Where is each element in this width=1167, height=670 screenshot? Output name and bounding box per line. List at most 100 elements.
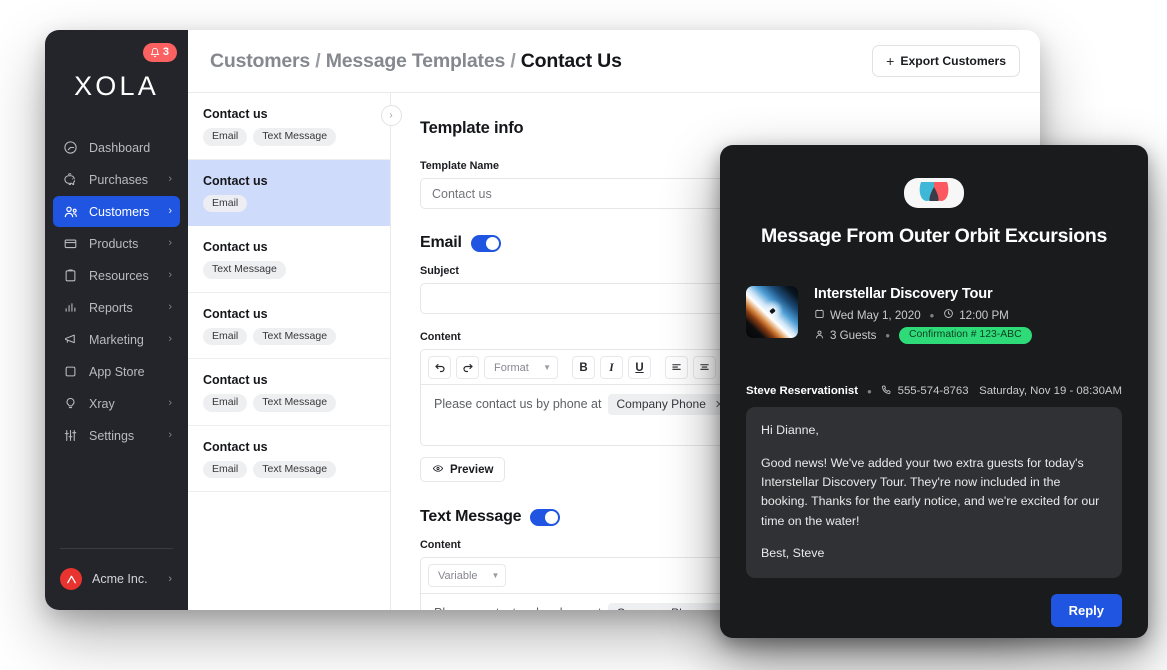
template-tags: Email Text Message	[203, 327, 375, 345]
sender-name: Steve Reservationist	[746, 385, 859, 398]
brand-logo: XOLA	[74, 71, 159, 101]
tag: Text Message	[203, 261, 286, 279]
sidebar-item-label: Settings	[89, 428, 135, 443]
tag: Text Message	[253, 327, 337, 345]
bar-chart-icon	[62, 299, 79, 316]
preview-label: Preview	[450, 463, 494, 476]
dashboard-icon	[62, 139, 79, 156]
sidebar-item-label: App Store	[89, 364, 145, 379]
list-item[interactable]: Contact us Email Text Message	[188, 293, 390, 359]
topbar: Customers / Message Templates / Contact …	[188, 30, 1040, 93]
preview-button[interactable]: Preview	[420, 457, 506, 482]
sidebar-item-reports[interactable]: Reports ›	[53, 292, 180, 323]
square-icon	[62, 363, 79, 380]
toolbar-gap	[656, 356, 660, 379]
template-list: Contact us Email Text Message Contact us…	[188, 93, 391, 610]
list-item[interactable]: Contact us Email Text Message	[188, 426, 390, 492]
bell-icon	[150, 47, 160, 58]
message-heading: Message From Outer Orbit Excursions	[760, 225, 1107, 247]
tag: Email	[203, 394, 248, 412]
tour-name: Interstellar Discovery Tour	[814, 286, 993, 302]
sidebar-item-marketing[interactable]: Marketing ›	[53, 324, 180, 355]
thumbnail-detail	[769, 308, 776, 315]
message-greeting: Hi Dianne,	[761, 423, 819, 438]
tour-thumbnail	[746, 286, 798, 338]
chevron-down-icon: ▼	[543, 363, 551, 372]
toolbar-gap	[563, 356, 567, 379]
booking-time: 12:00 PM	[943, 308, 1009, 322]
collapse-panel-button[interactable]: ›	[380, 105, 402, 126]
booking-summary: Interstellar Discovery Tour Wed May 1, 2…	[746, 267, 1122, 349]
sidebar-divider	[60, 548, 173, 549]
breadcrumb-root[interactable]: Customers	[210, 50, 310, 72]
template-title: Contact us	[203, 373, 268, 387]
undo-icon[interactable]	[428, 356, 451, 379]
sidebar-item-label: Purchases	[89, 172, 149, 187]
account-name: Acme Inc.	[92, 572, 148, 586]
sidebar-item-purchases[interactable]: Purchases ›	[53, 164, 180, 195]
chevron-down-icon: ▼	[491, 571, 500, 580]
variable-chip[interactable]: Company Phone ✕	[608, 603, 732, 610]
sidebar-item-app-store[interactable]: App Store	[53, 356, 180, 387]
bold-button[interactable]: B	[572, 356, 595, 379]
chevron-right-icon: ›	[168, 333, 172, 345]
toggle-knob	[485, 236, 499, 250]
outer-orbit-logo-icon	[904, 178, 964, 208]
sidebar-item-label: Resources	[89, 268, 149, 283]
redo-icon[interactable]	[456, 356, 479, 379]
align-left-icon[interactable]	[665, 356, 688, 379]
list-item[interactable]: Contact us Email	[188, 159, 390, 226]
message-body: Good news! We've added your two extra gu…	[761, 455, 1100, 528]
breadcrumb-middle[interactable]: Message Templates	[326, 50, 506, 72]
account-switcher[interactable]: Acme Inc. ›	[45, 562, 188, 596]
export-customers-button[interactable]: + Export Customers	[872, 45, 1020, 77]
sender-phone-text: 555-574-8763	[897, 385, 969, 398]
format-select[interactable]: Format ▼	[484, 356, 558, 379]
sidebar-item-settings[interactable]: Settings ›	[53, 420, 180, 451]
template-tags: Email	[203, 194, 375, 212]
template-title: Contact us	[203, 306, 268, 321]
variable-chip-label: Company Phone	[616, 606, 705, 610]
booking-datetime: Wed May 1, 2020 • 12:00 PM	[814, 308, 1032, 322]
sidebar-item-xray[interactable]: Xray ›	[53, 388, 180, 419]
list-item[interactable]: Contact us Email Text Message	[188, 93, 390, 160]
reply-button[interactable]: Reply	[1050, 594, 1122, 628]
sidebar-item-label: Xray	[89, 396, 115, 411]
list-item[interactable]: Contact us Email Text Message	[188, 359, 390, 426]
list-item[interactable]: Contact us Text Message	[188, 226, 390, 293]
export-customers-label: Export Customers	[900, 54, 1006, 68]
template-tags: Email Text Message	[203, 128, 375, 146]
screenshot-stage: 3 XOLA Dashboard Purchases › Customers ›…	[0, 0, 1167, 670]
tag: Text Message	[253, 128, 337, 146]
sidebar-item-products[interactable]: Products ›	[53, 228, 180, 259]
breadcrumb-separator: /	[510, 49, 516, 72]
italic-button[interactable]: I	[600, 356, 623, 379]
sender-info: Steve Reservationist • 555-574-8763 Satu…	[746, 368, 1122, 407]
format-select-value: Format	[494, 361, 529, 374]
lightbulb-icon	[62, 395, 79, 412]
chevron-right-icon: ›	[168, 269, 172, 281]
underline-button[interactable]: U	[628, 356, 651, 379]
sms-variable-select[interactable]: Variable ▼	[428, 564, 507, 587]
variable-chip[interactable]: Company Phone ✕	[608, 394, 732, 415]
sidebar-item-customers[interactable]: Customers ›	[53, 196, 180, 227]
message-signoff: Best, Steve	[761, 546, 825, 561]
piggy-bank-icon	[62, 171, 79, 188]
sender-phone[interactable]: 555-574-8763	[881, 384, 969, 398]
sms-section-title: Text Message	[420, 508, 522, 525]
sms-toggle[interactable]	[530, 508, 561, 526]
tag: Text Message	[253, 394, 337, 412]
sidebar-item-dashboard[interactable]: Dashboard	[53, 132, 180, 163]
email-toggle[interactable]	[470, 234, 501, 252]
status-badge: Confirmation # 123-ABC	[898, 327, 1032, 345]
align-center-icon[interactable]	[693, 356, 716, 379]
sidebar-item-resources[interactable]: Resources ›	[53, 260, 180, 291]
email-content-text: Please contact us by phone at	[434, 397, 602, 411]
booking-date: Wed May 1, 2020	[814, 308, 921, 322]
chevron-right-icon: ›	[168, 205, 172, 217]
avatar	[60, 568, 82, 590]
eye-icon	[432, 463, 444, 477]
notification-badge[interactable]: 3	[142, 43, 177, 62]
chevron-right-icon: ›	[168, 237, 172, 249]
